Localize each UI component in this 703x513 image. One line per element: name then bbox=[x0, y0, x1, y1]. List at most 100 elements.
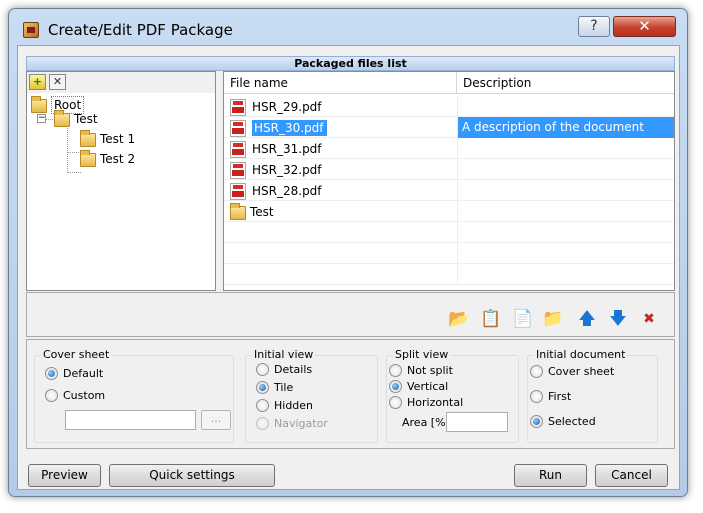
close-button[interactable]: ✕ bbox=[613, 16, 676, 37]
dialog-client-area: Packaged files list + ✕ Root − Test Test… bbox=[17, 45, 680, 490]
file-name-cell: HSR_29.pdf bbox=[230, 98, 322, 116]
custom-cover-path-input[interactable] bbox=[65, 410, 196, 430]
folder-icon bbox=[80, 129, 96, 147]
split-view-not-split-radio[interactable]: Not split bbox=[389, 363, 453, 378]
tree-connector bbox=[67, 172, 81, 173]
file-description-cell bbox=[457, 222, 674, 243]
split-view-horizontal-radio[interactable]: Horizontal bbox=[389, 395, 463, 410]
file-name-text: HSR_32.pdf bbox=[252, 163, 322, 177]
pdf-file-icon bbox=[230, 162, 246, 179]
add-folder-button[interactable]: + bbox=[29, 74, 46, 90]
initial-view-navigator-radio: Navigator bbox=[256, 416, 328, 431]
area-percent-label: Area [%] bbox=[402, 416, 450, 429]
initial-view-tile-radio[interactable]: Tile bbox=[256, 380, 293, 395]
empty-row bbox=[224, 222, 674, 243]
help-button[interactable]: ? bbox=[578, 16, 610, 37]
folder-icon bbox=[54, 109, 70, 127]
file-name-text: HSR_29.pdf bbox=[252, 100, 322, 114]
file-description-cell: A description of the document bbox=[457, 117, 674, 138]
tree-node-test-1[interactable]: Test 1 bbox=[80, 129, 136, 148]
file-row[interactable]: HSR_28.pdf bbox=[224, 180, 674, 201]
preview-button[interactable]: Preview bbox=[28, 464, 101, 487]
file-description-cell bbox=[457, 243, 674, 264]
quick-settings-button[interactable]: Quick settings bbox=[109, 464, 275, 487]
dialog-window: Create/Edit PDF Package ? ✕ Packaged fil… bbox=[8, 8, 688, 497]
tree-node-test[interactable]: Test bbox=[54, 109, 98, 128]
file-name-text: HSR_30.pdf bbox=[252, 120, 327, 136]
window-title: Create/Edit PDF Package bbox=[48, 21, 233, 39]
file-description-cell bbox=[457, 96, 674, 117]
file-row[interactable]: HSR_32.pdf bbox=[224, 159, 674, 180]
browse-button[interactable]: ... bbox=[201, 410, 231, 430]
options-panel: Cover sheet Default Custom ... Initial v… bbox=[26, 339, 675, 449]
tree-connector bbox=[67, 152, 81, 153]
pdf-file-icon bbox=[230, 141, 246, 158]
column-header-description[interactable]: Description bbox=[457, 72, 674, 94]
folder-icon bbox=[230, 202, 246, 220]
cancel-button[interactable]: Cancel bbox=[595, 464, 668, 487]
file-description-cell bbox=[457, 138, 674, 159]
tree-toolbar: + ✕ bbox=[27, 72, 215, 93]
file-row[interactable]: HSR_31.pdf bbox=[224, 138, 674, 159]
initial-view-hidden-radio[interactable]: Hidden bbox=[256, 398, 313, 413]
tree-node-label: Test bbox=[74, 112, 98, 126]
delete-icon[interactable]: ✖ bbox=[638, 308, 660, 330]
file-description-cell bbox=[457, 264, 674, 285]
file-name-cell: HSR_32.pdf bbox=[230, 161, 322, 179]
tree-node-label: Test 1 bbox=[100, 132, 136, 146]
group-title: Split view bbox=[393, 348, 451, 362]
run-button[interactable]: Run bbox=[514, 464, 587, 487]
clipboard-paste-icon[interactable]: 📋 bbox=[480, 308, 502, 330]
empty-row bbox=[224, 243, 674, 264]
folder-icon bbox=[80, 149, 96, 167]
pdf-file-icon bbox=[230, 99, 246, 116]
file-description-cell bbox=[457, 201, 674, 222]
split-view-vertical-radio[interactable]: Vertical bbox=[389, 379, 448, 394]
file-list[interactable]: File name Description HSR_29.pdf HSR_30.p… bbox=[223, 71, 675, 291]
title-bar[interactable]: Create/Edit PDF Package ? ✕ bbox=[9, 9, 687, 45]
column-header-file-name[interactable]: File name bbox=[224, 72, 457, 94]
file-name-text: Test bbox=[250, 205, 274, 219]
move-up-icon[interactable]: 🡅 bbox=[576, 308, 598, 330]
file-name-cell: HSR_28.pdf bbox=[230, 182, 322, 200]
cover-sheet-default-radio[interactable]: Default bbox=[45, 366, 103, 381]
file-row[interactable]: HSR_30.pdf A description of the document bbox=[224, 117, 674, 138]
folder-icon bbox=[31, 95, 47, 113]
file-description-cell bbox=[457, 159, 674, 180]
initial-document-cover-sheet-radio[interactable]: Cover sheet bbox=[530, 364, 614, 379]
file-row[interactable]: Test bbox=[224, 201, 674, 222]
initial-view-details-radio[interactable]: Details bbox=[256, 362, 312, 377]
add-file-icon[interactable]: 📄 bbox=[512, 308, 534, 330]
initial-document-first-radio[interactable]: First bbox=[530, 389, 571, 404]
packaged-files-header: Packaged files list bbox=[26, 56, 675, 71]
initial-document-group: Initial document Cover sheet First Selec… bbox=[527, 348, 658, 443]
file-row[interactable]: HSR_29.pdf bbox=[224, 96, 674, 117]
pdf-file-icon bbox=[230, 120, 246, 137]
add-folder-icon[interactable]: 📁 bbox=[542, 308, 564, 330]
empty-row bbox=[224, 264, 674, 285]
file-name-text: HSR_28.pdf bbox=[252, 184, 322, 198]
tree-node-test-2[interactable]: Test 2 bbox=[80, 149, 136, 168]
group-title: Initial view bbox=[252, 348, 316, 362]
group-title: Cover sheet bbox=[41, 348, 112, 362]
file-description-cell bbox=[457, 180, 674, 201]
folder-tree-panel[interactable]: + ✕ Root − Test Test 1 Test 2 bbox=[26, 71, 216, 291]
cover-sheet-custom-radio[interactable]: Custom bbox=[45, 388, 105, 403]
tree-node-label: Test 2 bbox=[100, 152, 136, 166]
group-title: Initial document bbox=[534, 348, 628, 362]
area-percent-input[interactable] bbox=[446, 412, 508, 432]
file-list-header: File name Description bbox=[224, 72, 674, 94]
initial-view-group: Initial view Details Tile Hidden Navigat… bbox=[245, 348, 378, 443]
file-list-toolbar: 📂 📋 📄 📁 🡅 🡇 ✖ bbox=[26, 292, 675, 337]
collapse-toggle[interactable]: − bbox=[37, 114, 46, 123]
file-name-text: HSR_31.pdf bbox=[252, 142, 322, 156]
open-folder-icon[interactable]: 📂 bbox=[448, 308, 470, 330]
remove-folder-button[interactable]: ✕ bbox=[49, 74, 66, 90]
app-icon bbox=[23, 22, 39, 38]
split-view-group: Split view Not split Vertical Horizontal… bbox=[386, 348, 519, 443]
cover-sheet-group: Cover sheet Default Custom ... bbox=[34, 348, 234, 443]
file-name-cell: HSR_30.pdf bbox=[230, 119, 327, 137]
initial-document-selected-radio[interactable]: Selected bbox=[530, 414, 596, 429]
move-down-icon[interactable]: 🡇 bbox=[607, 308, 629, 330]
file-name-cell: Test bbox=[230, 202, 274, 221]
